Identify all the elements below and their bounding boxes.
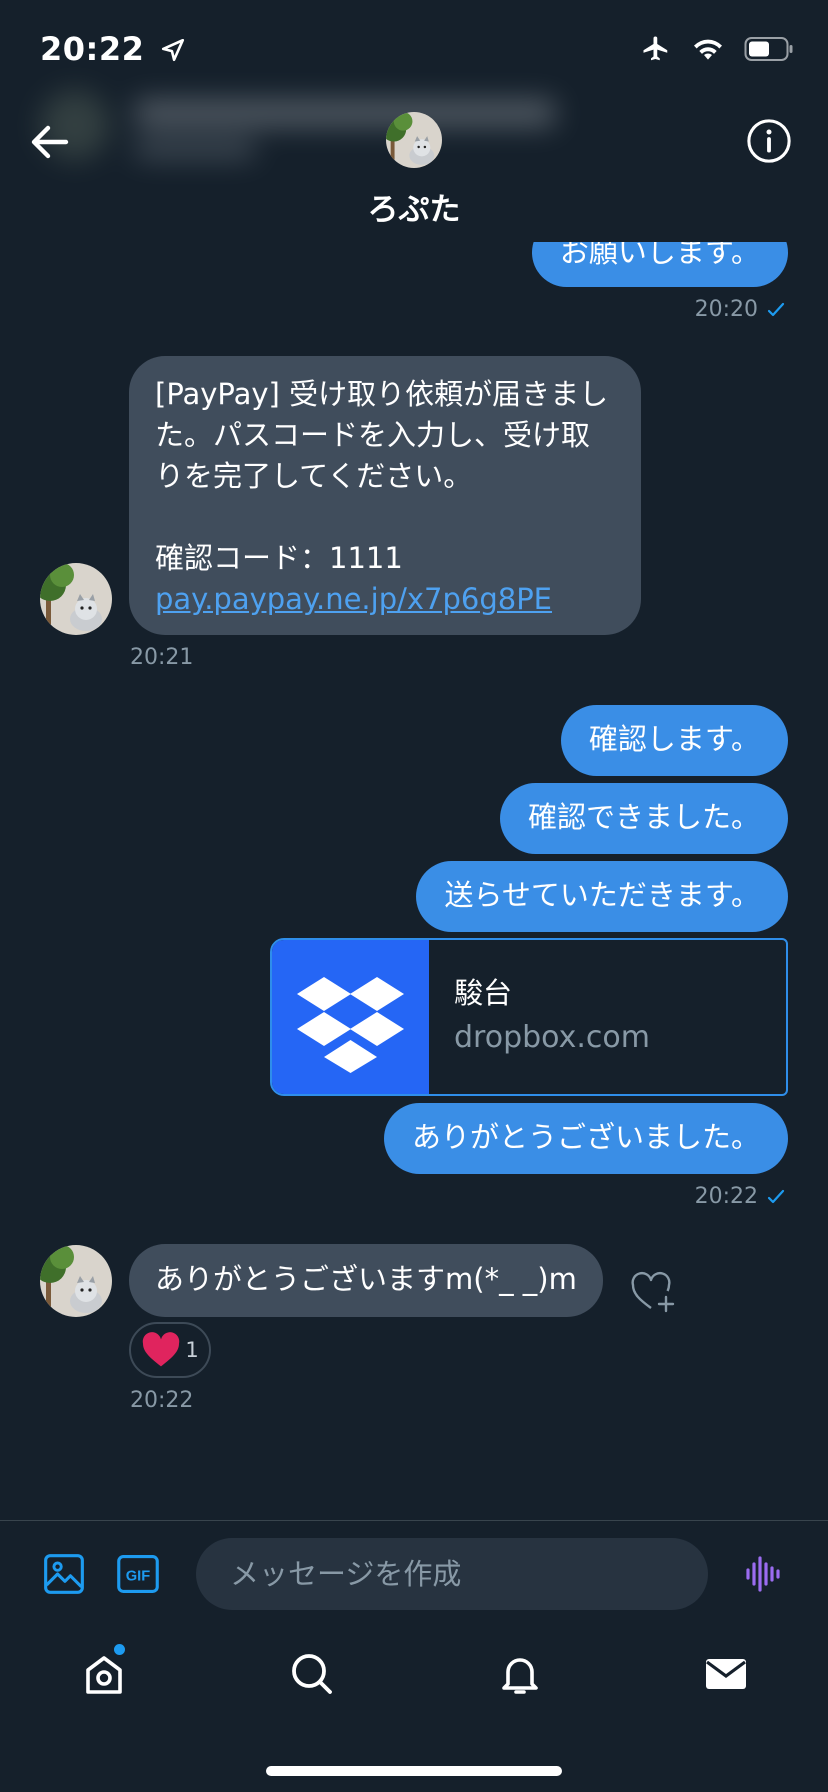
mail-icon[interactable] xyxy=(702,1650,750,1698)
search-icon[interactable] xyxy=(288,1650,336,1698)
bell-icon[interactable] xyxy=(496,1650,544,1698)
message-text: お願いします。 xyxy=(559,242,760,269)
home-indicator xyxy=(266,1766,562,1776)
status-indicators xyxy=(640,34,794,64)
link-preview-card[interactable]: 駿台 dropbox.com xyxy=(270,938,788,1096)
airplane-icon xyxy=(643,36,668,61)
message-text: りを完了してください。 xyxy=(155,459,473,493)
nav-home[interactable] xyxy=(80,1644,128,1698)
image-icon[interactable] xyxy=(42,1552,86,1596)
status-time: 20:22 xyxy=(40,30,186,68)
message-text: [PayPay] 受け取り依頼が届きまし xyxy=(155,377,609,411)
message-bubble-outgoing[interactable]: ありがとうございました。 xyxy=(383,1103,788,1174)
add-reaction-icon[interactable] xyxy=(630,1270,678,1314)
dropbox-logo xyxy=(272,940,429,1094)
message-timestamp: 20:20 xyxy=(694,297,758,322)
battery-icon xyxy=(744,37,793,61)
message-text: 確認できました。 xyxy=(527,800,760,834)
message-text: た。パスコードを入力し、受け取 xyxy=(155,418,591,452)
message-bubble-outgoing[interactable]: 確認します。 xyxy=(560,705,788,776)
notification-dot xyxy=(114,1644,125,1655)
info-icon[interactable] xyxy=(746,118,792,164)
contact-name[interactable]: ろぷた xyxy=(0,184,828,229)
svg-text:GIF: GIF xyxy=(126,1568,150,1584)
message-link[interactable]: pay.paypay.ne.jp/x7p6g8PE xyxy=(155,579,615,620)
message-text: 送らせていただきます。 xyxy=(444,878,760,912)
avatar[interactable] xyxy=(40,1245,112,1317)
partial-message-clip: お願いします。 xyxy=(0,242,828,288)
navigation-arrow-icon xyxy=(161,38,185,62)
link-card-title: 駿台 xyxy=(454,976,513,1010)
message-bubble-outgoing[interactable]: お願いします。 xyxy=(531,242,788,287)
message-text: ありがとうございました。 xyxy=(411,1120,760,1154)
message-timestamp: 20:21 xyxy=(130,645,194,670)
contact-avatar[interactable] xyxy=(386,112,442,168)
divider xyxy=(0,1520,828,1521)
wifi-icon xyxy=(694,39,722,60)
reaction-count: 1 xyxy=(185,1338,199,1362)
checkmark-icon xyxy=(767,302,785,317)
message-bubble-incoming[interactable]: ありがとうございますm(*_ _)m xyxy=(129,1244,603,1317)
back-arrow-icon[interactable] xyxy=(26,118,74,166)
home-icon xyxy=(86,1656,122,1694)
message-bubble-incoming[interactable]: [PayPay] 受け取り依頼が届きまし た。パスコードを入力し、受け取 りを完… xyxy=(129,356,641,635)
gif-icon[interactable]: GIF xyxy=(115,1552,161,1596)
message-text: 確認コード：1111 xyxy=(155,541,403,575)
message-input[interactable] xyxy=(196,1538,708,1610)
heart-icon xyxy=(143,1332,180,1367)
dropbox-icon xyxy=(297,977,404,1073)
checkmark-icon xyxy=(767,1189,785,1204)
reaction-badge[interactable]: 1 xyxy=(129,1322,211,1378)
message-text: ありがとうございますm(*_ _)m xyxy=(155,1262,577,1296)
link-card-domain: dropbox.com xyxy=(454,1020,650,1055)
avatar[interactable] xyxy=(40,563,112,635)
voice-icon[interactable] xyxy=(744,1554,784,1594)
message-text: 確認します。 xyxy=(588,722,760,756)
message-timestamp: 20:22 xyxy=(694,1184,758,1209)
message-timestamp: 20:22 xyxy=(130,1388,194,1413)
message-bubble-outgoing[interactable]: 送らせていただきます。 xyxy=(416,861,788,932)
message-bubble-outgoing[interactable]: 確認できました。 xyxy=(499,783,788,854)
